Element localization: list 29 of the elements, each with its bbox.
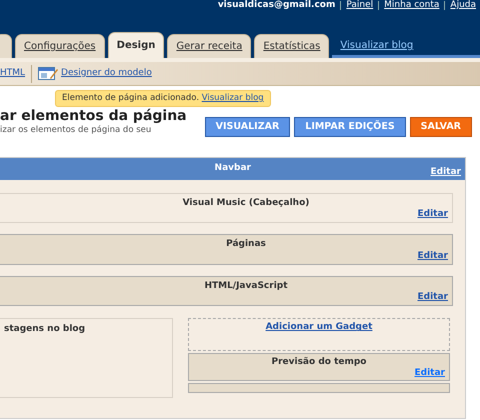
widget-title: Navbar xyxy=(214,162,252,175)
edit-link[interactable]: Editar xyxy=(430,166,465,180)
tab[interactable]: Estatísticas xyxy=(254,34,330,58)
widget-title: Visual Music (Cabeçalho) xyxy=(182,198,310,210)
edit-link[interactable]: Editar xyxy=(418,250,448,261)
subnav-link[interactable]: Designer do modelo xyxy=(61,66,152,80)
account-email: visualdicas@gmail.com xyxy=(218,0,336,11)
notice-message: Elemento de página adicionado. Visualizar blog xyxy=(55,90,271,107)
edit-link[interactable]: Editar xyxy=(418,209,448,220)
page-title: ar elementos da página xyxy=(0,108,187,124)
edit-link[interactable]: Editar xyxy=(414,368,445,378)
widget-title: HTML/JavaScript xyxy=(203,280,289,292)
widget-title: Páginas xyxy=(225,239,267,251)
add-gadget-link[interactable]: Adicionar um Gadget xyxy=(266,322,372,332)
action-button[interactable]: VISUALIZAR xyxy=(204,116,290,137)
main-column-box: stagens no blog xyxy=(0,318,173,398)
notice-link[interactable]: Visualizar blog xyxy=(202,93,264,103)
header-link[interactable]: Ajuda xyxy=(450,0,476,11)
action-button[interactable]: LIMPAR EDIÇÕES xyxy=(294,116,406,137)
page-subtitle: izar os elementos de página do seu xyxy=(0,124,152,137)
header-link[interactable]: Minha conta xyxy=(384,0,440,11)
widget-title: Previsão do tempo xyxy=(270,357,368,368)
template-designer-icon[interactable] xyxy=(38,66,58,81)
tab[interactable]: Gerar receita xyxy=(167,34,252,58)
tab[interactable]: Design xyxy=(108,32,164,58)
edit-link[interactable]: Editar xyxy=(418,292,448,302)
tab[interactable]: Configurações xyxy=(15,34,105,58)
subnav-link[interactable]: HTML xyxy=(0,66,26,80)
header-link[interactable]: Painel xyxy=(346,0,374,11)
